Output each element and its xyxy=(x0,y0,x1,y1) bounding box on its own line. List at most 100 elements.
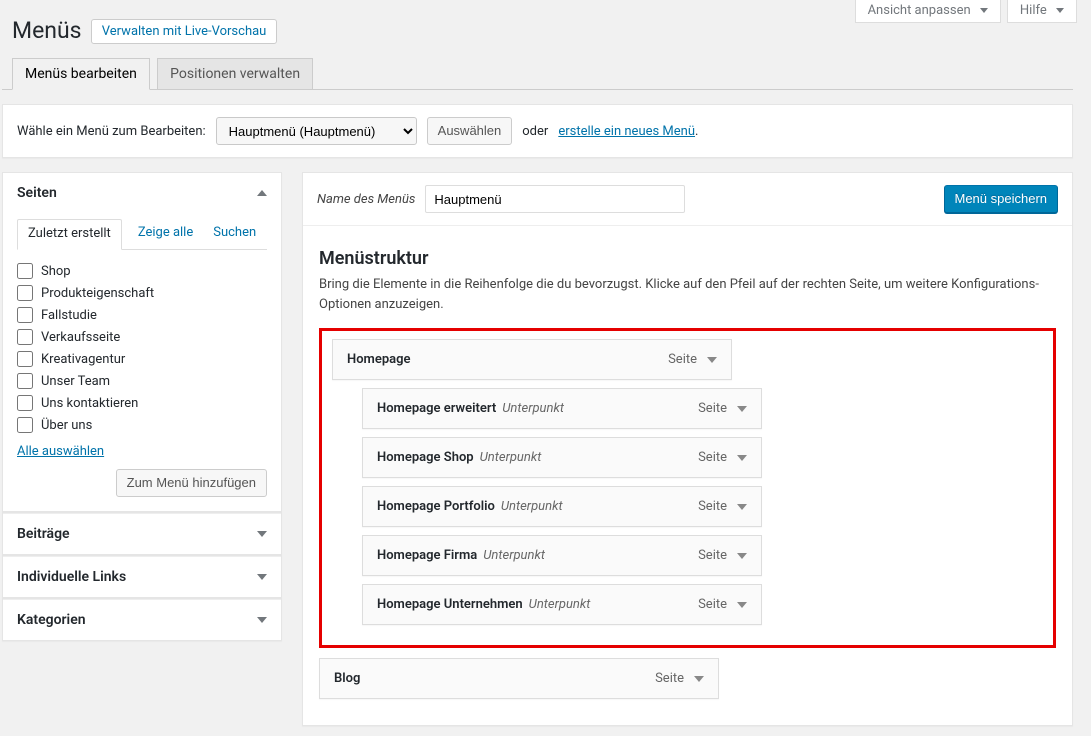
or-text: oder xyxy=(522,124,548,139)
menu-item-type: Seite xyxy=(698,548,727,563)
page-checkbox[interactable] xyxy=(17,351,33,367)
subtab-search[interactable]: Suchen xyxy=(209,219,260,249)
menu-item[interactable]: Homepage Unternehmen Unterpunkt Seite xyxy=(362,584,762,625)
page-checklist-label: Fallstudie xyxy=(41,308,97,323)
menu-edit-panel: Name des Menüs Menü speichern Menüstrukt… xyxy=(302,172,1073,726)
chevron-down-icon[interactable] xyxy=(737,553,747,559)
accordion-custom-links-title: Individuelle Links xyxy=(17,569,126,585)
caret-down-icon xyxy=(1056,8,1064,13)
page-checklist-item: Verkaufsseite xyxy=(17,326,267,348)
add-to-menu-button[interactable]: Zum Menü hinzufügen xyxy=(116,469,267,497)
menu-name-input[interactable] xyxy=(425,185,685,213)
chevron-down-icon[interactable] xyxy=(737,602,747,608)
page-checkbox[interactable] xyxy=(17,263,33,279)
menu-item-type: Seite xyxy=(668,352,697,367)
caret-down-icon xyxy=(980,8,988,13)
help-label: Hilfe xyxy=(1020,3,1047,18)
chevron-down-icon[interactable] xyxy=(737,455,747,461)
page-checkbox[interactable] xyxy=(17,395,33,411)
menu-item-sublabel: Unterpunkt xyxy=(502,401,564,416)
menu-item-title: Homepage Firma xyxy=(377,548,477,563)
menu-item-sublabel: Unterpunkt xyxy=(501,499,563,514)
chevron-up-icon xyxy=(257,190,267,196)
accordion-categories-header[interactable]: Kategorien xyxy=(3,599,281,640)
page-checkbox[interactable] xyxy=(17,329,33,345)
menu-item[interactable]: Blog Seite xyxy=(319,658,719,699)
page-checklist-label: Kreativagentur xyxy=(41,352,125,367)
page-checkbox[interactable] xyxy=(17,285,33,301)
chevron-down-icon xyxy=(257,617,267,623)
menu-item[interactable]: Homepage Seite xyxy=(332,339,732,380)
page-checkbox[interactable] xyxy=(17,373,33,389)
page-checklist-item: Kreativagentur xyxy=(17,348,267,370)
menu-select-dropdown[interactable]: Hauptmenü (Hauptmenü) xyxy=(216,117,417,145)
menu-item-sublabel: Unterpunkt xyxy=(483,548,545,563)
pages-checklist: Shop Produkteigenschaft Fallstudie Verkaufs… xyxy=(17,260,267,436)
accordion-custom-links-header[interactable]: Individuelle Links xyxy=(3,556,281,597)
menu-item-type: Seite xyxy=(698,597,727,612)
page-checkbox[interactable] xyxy=(17,307,33,323)
menu-item[interactable]: Homepage Shop Unterpunkt Seite xyxy=(362,437,762,478)
menu-item[interactable]: Homepage Firma Unterpunkt Seite xyxy=(362,535,762,576)
menu-selector-bar: Wähle ein Menü zum Bearbeiten: Hauptmenü… xyxy=(2,104,1073,158)
menu-item[interactable]: Homepage Portfolio Unterpunkt Seite xyxy=(362,486,762,527)
save-menu-button[interactable]: Menü speichern xyxy=(944,185,1059,213)
screen-options-label: Ansicht anpassen xyxy=(868,3,971,18)
tab-manage-locations[interactable]: Positionen verwalten xyxy=(157,58,313,89)
menu-item-title: Homepage Unternehmen xyxy=(377,597,523,612)
accordion-posts: Beiträge xyxy=(2,512,282,555)
menu-item-title: Homepage Shop xyxy=(377,450,474,465)
menu-name-label: Name des Menüs xyxy=(317,192,415,207)
subtab-recent[interactable]: Zuletzt erstellt xyxy=(17,219,122,250)
accordion-custom-links: Individuelle Links xyxy=(2,555,282,598)
period: . xyxy=(695,124,698,139)
live-preview-button[interactable]: Verwalten mit Live-Vorschau xyxy=(91,19,278,44)
screen-options-button[interactable]: Ansicht anpassen xyxy=(855,0,1001,23)
menu-item-type: Seite xyxy=(655,671,684,686)
create-new-menu-link[interactable]: erstelle ein neues Menü xyxy=(558,124,695,139)
page-title: Menüs xyxy=(2,8,82,48)
nav-tabs: Menüs bearbeiten Positionen verwalten xyxy=(2,58,1073,90)
menu-item-title: Homepage erweitert xyxy=(377,401,496,416)
page-checklist-item: Über uns xyxy=(17,414,267,436)
menu-item-title: Homepage Portfolio xyxy=(377,499,495,514)
tab-edit-menus[interactable]: Menüs bearbeiten xyxy=(12,58,150,90)
menu-item-sublabel: Unterpunkt xyxy=(529,597,591,612)
accordion-pages-header[interactable]: Seiten xyxy=(3,173,281,213)
page-checklist-label: Produkteigenschaft xyxy=(41,286,154,301)
menu-item-sublabel: Unterpunkt xyxy=(480,450,542,465)
page-checklist-item: Produkteigenschaft xyxy=(17,282,267,304)
menu-item-type: Seite xyxy=(698,401,727,416)
page-checklist-item: Uns kontaktieren xyxy=(17,392,267,414)
page-checklist-label: Verkaufsseite xyxy=(41,330,120,345)
menu-item[interactable]: Homepage erweitert Unterpunkt Seite xyxy=(362,388,762,429)
accordion-pages-title: Seiten xyxy=(17,185,57,201)
menu-item-title: Homepage xyxy=(347,352,411,367)
page-checklist-item: Unser Team xyxy=(17,370,267,392)
page-checklist-label: Shop xyxy=(41,264,71,279)
chevron-down-icon xyxy=(257,574,267,580)
menu-selector-label: Wähle ein Menü zum Bearbeiten: xyxy=(17,124,206,139)
page-checkbox[interactable] xyxy=(17,417,33,433)
chevron-down-icon[interactable] xyxy=(707,357,717,363)
highlighted-menu-group: Homepage Seite Homepage erweitert Unterpunk… xyxy=(319,328,1056,648)
chevron-down-icon[interactable] xyxy=(737,406,747,412)
chevron-down-icon[interactable] xyxy=(737,504,747,510)
accordion-categories-title: Kategorien xyxy=(17,612,86,628)
accordion-pages: Seiten Zuletzt erstellt Zeige alle Suche… xyxy=(2,172,282,512)
menu-item-title: Blog xyxy=(334,671,360,686)
structure-heading: Menüstruktur xyxy=(319,248,1056,269)
select-menu-button[interactable]: Auswählen xyxy=(427,117,513,145)
menu-header: Name des Menüs Menü speichern xyxy=(303,173,1072,226)
page-checklist-label: Unser Team xyxy=(41,374,110,389)
structure-help-text: Bring die Elemente in die Reihenfolge di… xyxy=(319,275,1056,314)
chevron-down-icon[interactable] xyxy=(694,676,704,682)
select-all-link[interactable]: Alle auswählen xyxy=(17,444,104,459)
menu-item-type: Seite xyxy=(698,450,727,465)
subtab-view-all[interactable]: Zeige alle xyxy=(134,219,197,249)
accordion-posts-header[interactable]: Beiträge xyxy=(3,513,281,554)
page-checklist-item: Fallstudie xyxy=(17,304,267,326)
chevron-down-icon xyxy=(257,531,267,537)
menu-item-type: Seite xyxy=(698,499,727,514)
help-button[interactable]: Hilfe xyxy=(1007,0,1077,23)
